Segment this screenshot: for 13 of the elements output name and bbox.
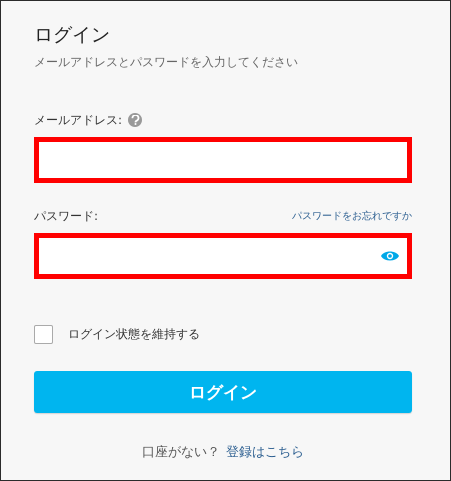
help-icon[interactable] bbox=[128, 113, 142, 127]
footer-text: 口座がない？ bbox=[142, 444, 220, 461]
password-field[interactable] bbox=[34, 233, 412, 279]
eye-icon[interactable] bbox=[381, 250, 399, 262]
field-label: パスワード: bbox=[34, 208, 98, 224]
forgot-password-link[interactable]: パスワードをお忘れですか bbox=[292, 209, 412, 223]
instruction-text: メールアドレスとパスワードを入力してください bbox=[34, 54, 299, 71]
email-field[interactable] bbox=[34, 137, 412, 183]
checkbox-label: ログイン状態を維持する bbox=[68, 326, 200, 343]
register-link[interactable]: 登録はこちら bbox=[226, 443, 304, 461]
page-title: ログイン bbox=[34, 23, 111, 48]
remember-checkbox[interactable] bbox=[34, 325, 53, 344]
field-label: メールアドレス: bbox=[34, 112, 122, 128]
